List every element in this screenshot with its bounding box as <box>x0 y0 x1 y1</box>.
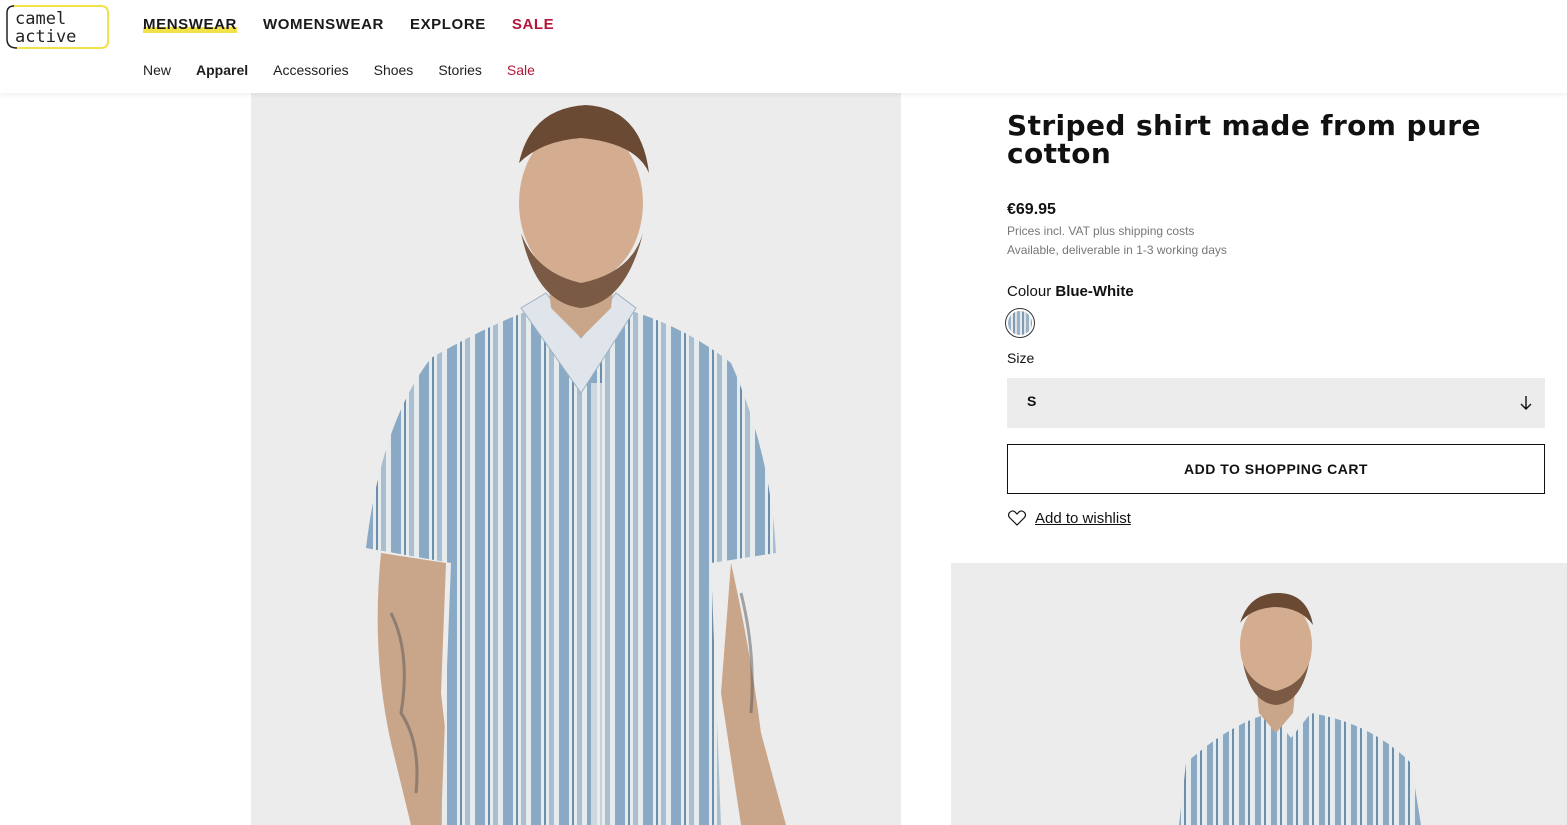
size-select[interactable]: S <box>1007 378 1545 428</box>
subnav-shoes[interactable]: Shoes <box>374 62 414 78</box>
main-nav: MENSWEAR WOMENSWEAR EXPLORE SALE <box>143 16 580 33</box>
price-note: Prices incl. VAT plus shipping costs <box>1007 224 1195 238</box>
subnav-apparel[interactable]: Apparel <box>196 62 248 78</box>
colour-label-text: Colour <box>1007 283 1052 300</box>
product-image-secondary[interactable] <box>951 563 1567 825</box>
add-to-wishlist-link[interactable]: Add to wishlist <box>1007 509 1131 527</box>
product-title: Striped shirt made from pure cotton <box>1007 109 1481 170</box>
arrow-down-icon <box>1520 396 1532 410</box>
product-price: €69.95 <box>1007 201 1056 218</box>
nav-sale[interactable]: SALE <box>512 16 554 33</box>
nav-explore[interactable]: EXPLORE <box>410 16 486 33</box>
site-header: camel active MENSWEAR WOMENSWEAR EXPLORE… <box>0 0 1567 93</box>
swatch-pattern <box>1008 311 1032 335</box>
colour-label: Colour Blue-White <box>1007 283 1134 300</box>
model-shirt-thumbnail <box>1179 593 1421 825</box>
subnav-new[interactable]: New <box>143 62 171 78</box>
model-shirt-illustration <box>366 105 786 825</box>
colour-value: Blue-White <box>1055 283 1134 300</box>
nav-womenswear[interactable]: WOMENSWEAR <box>263 16 384 33</box>
sub-nav: New Apparel Accessories Shoes Stories Sa… <box>143 62 560 78</box>
size-value: S <box>1027 393 1037 409</box>
heart-icon <box>1007 510 1027 526</box>
subnav-stories[interactable]: Stories <box>438 62 482 78</box>
product-image-main[interactable] <box>251 93 901 825</box>
svg-text:active: active <box>15 27 76 47</box>
svg-text:camel: camel <box>15 9 66 29</box>
colour-swatch-blue-white[interactable] <box>1005 308 1035 338</box>
size-label: Size <box>1007 350 1035 366</box>
availability-note: Available, deliverable in 1-3 working da… <box>1007 243 1227 257</box>
nav-menswear[interactable]: MENSWEAR <box>143 16 237 33</box>
wishlist-label: Add to wishlist <box>1035 509 1131 527</box>
subnav-accessories[interactable]: Accessories <box>273 62 348 78</box>
camel-active-logo[interactable]: camel active <box>5 3 109 49</box>
add-to-cart-button[interactable]: ADD TO SHOPPING CART <box>1007 444 1545 494</box>
subnav-sale[interactable]: Sale <box>507 62 535 78</box>
